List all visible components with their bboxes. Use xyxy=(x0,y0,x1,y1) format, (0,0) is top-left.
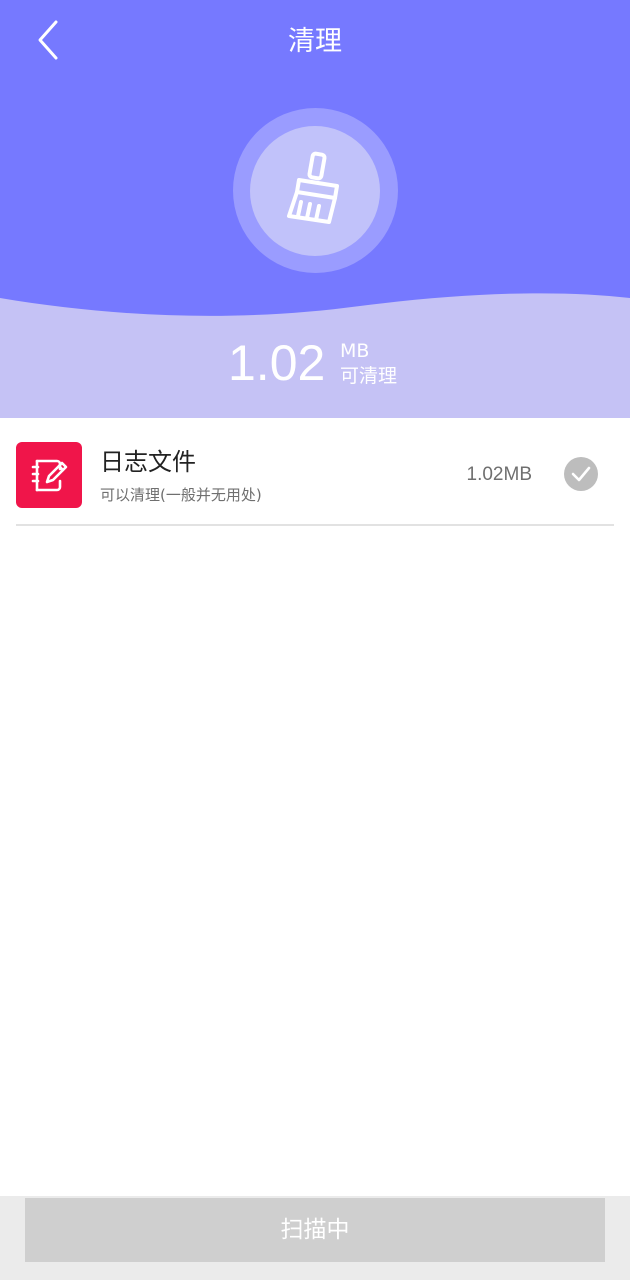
item-checkbox[interactable] xyxy=(564,457,598,491)
broom-icon xyxy=(287,151,339,224)
size-caption: 可清理 xyxy=(340,365,398,387)
scanning-button[interactable]: 扫描中 xyxy=(25,1198,605,1262)
log-file-icon-tile xyxy=(16,442,82,508)
header: 清理 1.02 MB 可清理 xyxy=(0,0,630,418)
check-icon xyxy=(571,466,591,482)
size-unit: MB xyxy=(340,340,370,362)
list-item[interactable]: 日志文件 可以清理(一般并无用处) 1.02MB xyxy=(16,440,614,526)
size-value: 1.02 xyxy=(228,335,326,391)
edit-note-icon xyxy=(31,459,68,492)
item-title: 日志文件 xyxy=(100,448,196,476)
cleanable-size: 1.02 MB 可清理 xyxy=(0,330,630,400)
item-size: 1.02MB xyxy=(466,464,532,485)
footer: 扫描中 xyxy=(0,1196,630,1280)
item-subtitle: 可以清理(一般并无用处) xyxy=(100,486,262,504)
page-title: 清理 xyxy=(288,26,342,57)
